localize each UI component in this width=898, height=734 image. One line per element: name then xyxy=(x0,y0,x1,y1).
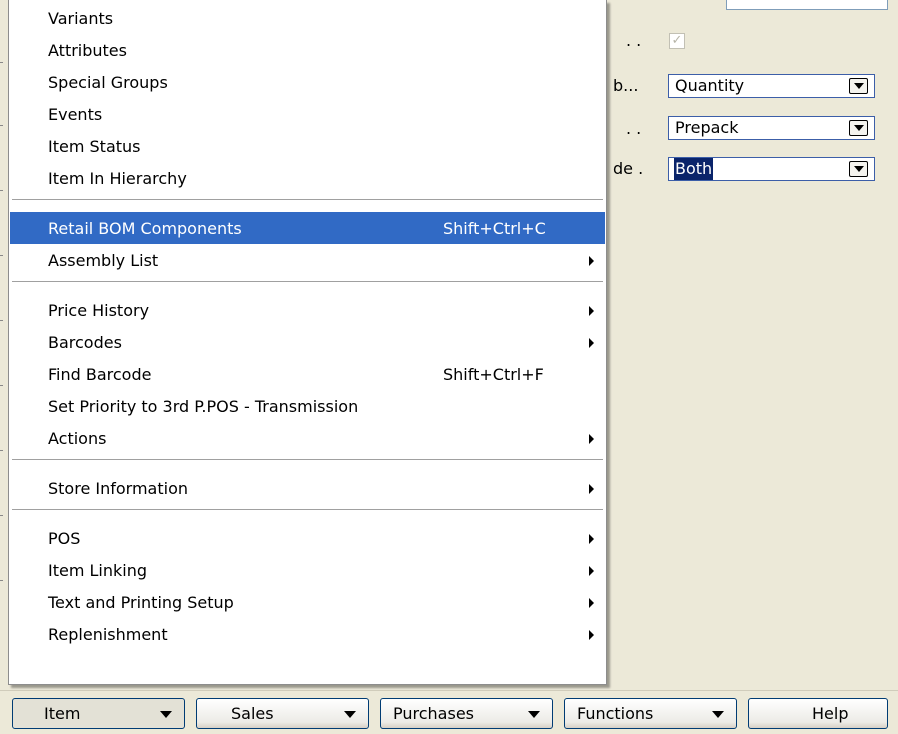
tab-purchases-button[interactable]: Purchases xyxy=(380,698,553,729)
submenu-arrow-icon xyxy=(589,598,594,608)
submenu-arrow-icon xyxy=(589,534,594,544)
prepack-combo[interactable]: Prepack xyxy=(668,116,875,140)
menu-item[interactable]: Retail BOM Components Shift+Ctrl+C xyxy=(10,212,605,244)
menu-item-label: Special Groups xyxy=(48,72,168,92)
menu-item-label: Item Linking xyxy=(48,560,148,580)
field-label-3: . . xyxy=(626,119,642,138)
menu-item-label: Barcodes xyxy=(48,332,122,352)
top-field[interactable] xyxy=(726,0,888,10)
menu-item-label: Replenishment xyxy=(48,624,168,644)
menu-item-label: Set Priority to 3rd P.POS - Transmission xyxy=(48,396,359,416)
tab-functions-button[interactable]: Functions xyxy=(564,698,737,729)
menu-item[interactable]: Item Status xyxy=(10,130,605,162)
menu-item[interactable]: Item In Hierarchy xyxy=(10,162,605,194)
field-label-1: . . xyxy=(626,31,642,50)
tab-item-label: Item xyxy=(44,704,81,723)
tab-purchases-label: Purchases xyxy=(393,704,474,723)
item-dropdown-menu: Variants Attributes Special Groups Events It… xyxy=(8,0,607,685)
menu-item[interactable]: Store Information xyxy=(10,472,605,504)
menu-item-label: Price History xyxy=(48,300,150,320)
quantity-combo[interactable]: Quantity xyxy=(668,74,875,98)
menu-item-label: Actions xyxy=(48,428,107,448)
tab-help-button[interactable]: Help xyxy=(748,698,888,729)
menu-item-label: Item Status xyxy=(48,136,141,156)
menu-item-label: Store Information xyxy=(48,478,188,498)
menu-item[interactable]: Actions xyxy=(10,422,605,454)
menu-item-label: Find Barcode xyxy=(48,364,152,384)
both-combo[interactable]: Both xyxy=(668,157,875,181)
submenu-arrow-icon xyxy=(589,306,594,316)
menu-item[interactable]: Assembly List xyxy=(10,244,605,276)
dropdown-arrow-icon[interactable] xyxy=(849,161,868,177)
menu-item[interactable]: Attributes xyxy=(10,34,605,66)
menu-item[interactable]: POS xyxy=(10,522,605,554)
tab-sales-button[interactable]: Sales xyxy=(196,698,369,729)
menu-item-label: Assembly List xyxy=(48,250,159,270)
menu-item-label: Retail BOM Components xyxy=(48,218,242,238)
submenu-arrow-icon xyxy=(589,338,594,348)
chevron-down-icon xyxy=(712,711,724,718)
menu-separator xyxy=(12,281,603,282)
menu-item[interactable]: Barcodes xyxy=(10,326,605,358)
submenu-arrow-icon xyxy=(589,484,594,494)
dropdown-arrow-icon[interactable] xyxy=(849,78,868,94)
field-label-2: b... xyxy=(613,76,639,95)
menu-item-label: Item In Hierarchy xyxy=(48,168,187,188)
chevron-down-icon xyxy=(160,711,172,718)
menu-separator xyxy=(12,509,603,510)
menu-item-label: Events xyxy=(48,104,103,124)
menu-item-shortcut: Shift+Ctrl+F xyxy=(443,364,544,384)
menu-item[interactable]: Item Linking xyxy=(10,554,605,586)
chevron-down-icon xyxy=(528,711,540,718)
checkbox[interactable]: ✓ xyxy=(669,33,685,49)
tab-sales-label: Sales xyxy=(231,704,274,723)
menu-item-label: Variants xyxy=(48,8,114,28)
menu-button-bar: Item Sales Purchases Functions Help xyxy=(0,690,898,734)
tab-help-label: Help xyxy=(812,704,849,723)
menu-item-label: POS xyxy=(48,528,81,548)
menu-separator xyxy=(12,199,603,200)
combo-value: Prepack xyxy=(675,118,739,137)
menu-item[interactable]: Set Priority to 3rd P.POS - Transmission xyxy=(10,390,605,422)
menu-item[interactable]: Events xyxy=(10,98,605,130)
dropdown-arrow-icon[interactable] xyxy=(849,120,868,136)
combo-value: Quantity xyxy=(675,76,745,95)
check-icon: ✓ xyxy=(671,33,683,48)
menu-item-label: Attributes xyxy=(48,40,127,60)
chevron-down-icon xyxy=(344,711,356,718)
submenu-arrow-icon xyxy=(589,434,594,444)
menu-separator xyxy=(12,459,603,460)
menu-item[interactable]: Special Groups xyxy=(10,66,605,98)
menu-item[interactable]: Find Barcode Shift+Ctrl+F xyxy=(10,358,605,390)
submenu-arrow-icon xyxy=(589,566,594,576)
menu-item[interactable]: Price History xyxy=(10,294,605,326)
submenu-arrow-icon xyxy=(589,256,594,266)
tab-functions-label: Functions xyxy=(577,704,654,723)
menu-item[interactable]: Variants xyxy=(10,2,605,34)
field-label-4: de . xyxy=(613,159,644,178)
combo-value: Both xyxy=(674,158,714,180)
tab-item-button[interactable]: Item xyxy=(12,698,185,729)
window-edge xyxy=(0,0,8,690)
menu-item-label: Text and Printing Setup xyxy=(48,592,234,612)
menu-item[interactable]: Replenishment xyxy=(10,618,605,650)
menu-item[interactable]: Text and Printing Setup xyxy=(10,586,605,618)
submenu-arrow-icon xyxy=(589,630,594,640)
menu-item-shortcut: Shift+Ctrl+C xyxy=(443,218,546,238)
